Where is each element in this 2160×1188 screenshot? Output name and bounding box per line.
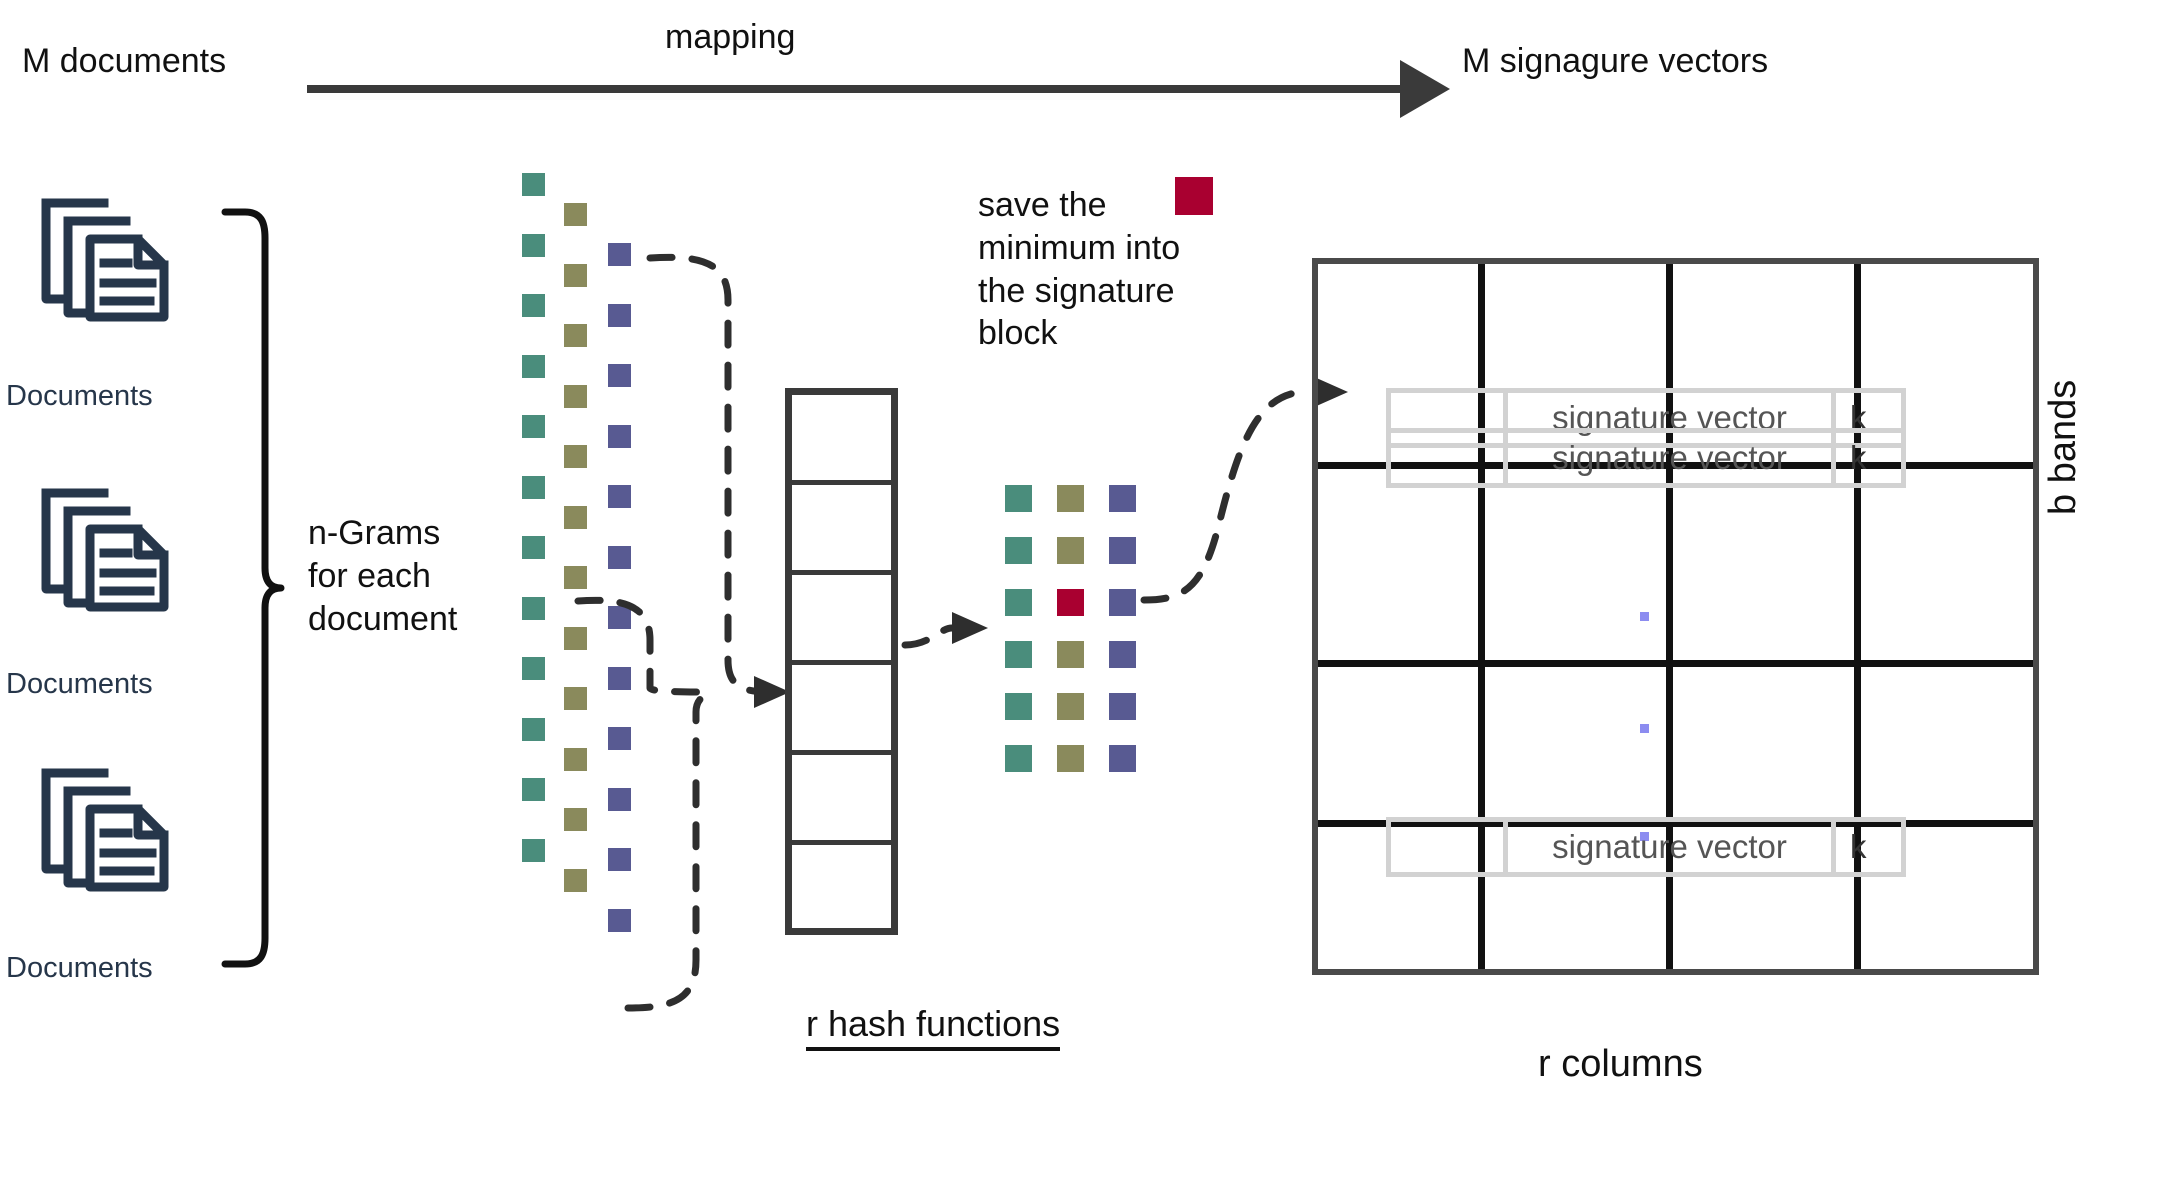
minhash-square-teal: [1005, 589, 1032, 616]
minhash-square-olive: [1057, 537, 1084, 564]
hash-cell: [792, 665, 891, 755]
r-columns-label: r columns: [1538, 1043, 1703, 1085]
signature-vector-k-label: k: [1831, 822, 1901, 872]
minhash-note-line2: minimum into: [978, 228, 1181, 267]
hash-cell: [792, 395, 891, 485]
minhash-square-teal: [1005, 485, 1032, 512]
minimum-red-swatch: [1175, 177, 1213, 215]
signature-vector-row: signature vector k: [1386, 817, 1906, 877]
minhash-square-olive: [1057, 693, 1084, 720]
minhash-square-minimum: [1057, 589, 1084, 616]
hash-functions-table: [785, 388, 898, 935]
hash-cell: [792, 755, 891, 845]
minhash-square-olive: [1057, 641, 1084, 668]
minhash-square-purple: [1109, 589, 1136, 616]
signature-vector-leading-cell: [1391, 822, 1508, 872]
minhash-square-teal: [1005, 641, 1032, 668]
minhash-square-purple: [1109, 693, 1136, 720]
minhash-square-olive: [1057, 485, 1084, 512]
signature-vector-label: signature vector: [1552, 828, 1787, 865]
signature-vector-label: signature vector: [1552, 439, 1787, 476]
signature-vector-k-label: k: [1831, 433, 1901, 483]
matrix-hline: [1318, 660, 2033, 667]
minhash-square-teal: [1005, 693, 1032, 720]
b-bands-label: b bands: [2042, 379, 2084, 515]
minhash-square-teal: [1005, 745, 1032, 772]
ellipsis-dot: [1640, 724, 1649, 733]
minhash-square-purple: [1109, 641, 1136, 668]
signature-vector-row: signature vector k: [1386, 428, 1906, 488]
hash-cell: [792, 485, 891, 575]
hash-cell: [792, 845, 891, 935]
minhash-square-teal: [1005, 537, 1032, 564]
signature-vector-leading-cell: [1391, 433, 1508, 483]
hash-cell: [792, 575, 891, 665]
minhash-arrowhead: [952, 612, 988, 644]
ellipsis-dot: [1640, 612, 1649, 621]
minhash-note-line4: block: [978, 314, 1058, 353]
minhash-note-line3: the signature: [978, 271, 1175, 310]
minhash-square-olive: [1057, 745, 1084, 772]
minhash-square-purple: [1109, 537, 1136, 564]
hash-functions-caption: r hash functions: [806, 1003, 1061, 1051]
minhash-square-purple: [1109, 485, 1136, 512]
minhash-square-purple: [1109, 745, 1136, 772]
